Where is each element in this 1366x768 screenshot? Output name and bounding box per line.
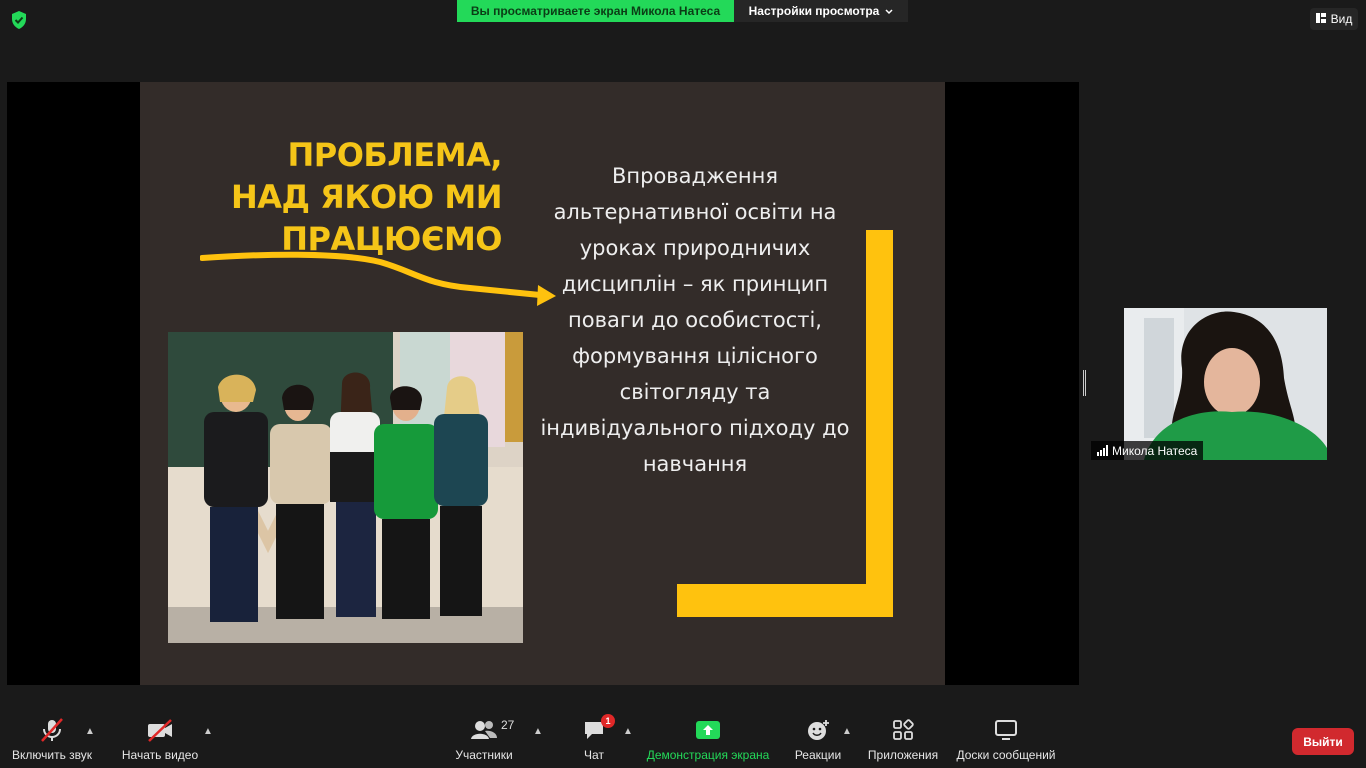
whiteboard-icon [994, 718, 1018, 742]
view-options-dropdown[interactable]: Настройки просмотра [734, 0, 908, 22]
unmute-label: Включить звук [11, 748, 93, 762]
video-off-icon [146, 718, 174, 742]
participants-options-caret-icon[interactable]: ▲ [533, 726, 543, 737]
whiteboards-button[interactable]: Доски сообщений [952, 712, 1060, 768]
chat-options-caret-icon[interactable]: ▲ [623, 726, 633, 737]
presentation-slide: ПРОБЛЕМА, НАД ЯКОЮ МИ ПРАЦЮЄМО Впровадже… [140, 82, 945, 685]
apps-label: Приложения [867, 748, 939, 762]
share-screen-icon [696, 718, 720, 742]
audio-options-caret-icon[interactable]: ▲ [85, 726, 95, 737]
grid-view-icon [1315, 12, 1326, 26]
connection-signal-icon [1097, 445, 1108, 456]
slide-title: ПРОБЛЕМА, НАД ЯКОЮ МИ ПРАЦЮЄМО [230, 136, 503, 258]
whiteboards-label: Доски сообщений [956, 748, 1056, 762]
slide-bracket-vertical [866, 230, 893, 617]
participants-label: Участники [455, 748, 513, 762]
slide-body-text: Впровадження альтернативної освіти на ур… [540, 164, 850, 476]
muted-microphone-icon [40, 718, 64, 742]
start-video-button[interactable]: Начать видео [118, 712, 202, 768]
slide-bracket-horizontal [677, 584, 893, 617]
unmute-button[interactable]: Включить звук [8, 712, 96, 768]
start-video-label: Начать видео [121, 748, 199, 762]
chat-label: Чат [584, 748, 604, 762]
participant-video[interactable] [1124, 308, 1327, 460]
resize-handle[interactable] [1083, 370, 1086, 396]
chat-icon: 1 [583, 714, 615, 742]
share-screen-label: Демонстрация экрана [646, 748, 770, 762]
meeting-toolbar: Включить звук ▲ Начать видео ▲ 27 Участн… [0, 712, 1366, 768]
reactions-smiley-icon [806, 718, 830, 742]
view-button[interactable]: Вид [1310, 8, 1358, 30]
chat-unread-badge: 1 [601, 714, 615, 728]
reactions-button[interactable]: Реакции [792, 712, 844, 768]
participant-name: Микола Натеса [1112, 443, 1198, 458]
slide-arrow-graphic [200, 251, 556, 306]
chevron-down-icon [885, 4, 893, 18]
participant-name-tag: Микола Натеса [1091, 441, 1204, 460]
apps-button[interactable]: Приложения [862, 712, 944, 768]
group-photo [168, 332, 523, 643]
reactions-options-caret-icon[interactable]: ▲ [842, 726, 852, 737]
shared-screen: ПРОБЛЕМА, НАД ЯКОЮ МИ ПРАЦЮЄМО Впровадже… [7, 82, 1079, 685]
screen-share-banner: Вы просматриваете экран Микола Натеса [457, 0, 734, 22]
participants-button[interactable]: 27 Участники [452, 712, 516, 768]
participants-count: 27 [501, 718, 515, 732]
view-options-label: Настройки просмотра [748, 4, 880, 18]
encryption-shield-icon[interactable] [10, 10, 28, 30]
reactions-label: Реакции [794, 748, 842, 762]
apps-icon [892, 718, 914, 742]
view-button-label: Вид [1330, 12, 1353, 26]
participants-icon: 27 [471, 718, 514, 742]
chat-button[interactable]: 1 Чат [576, 712, 615, 768]
leave-meeting-button[interactable]: Выйти [1292, 728, 1354, 755]
share-screen-button[interactable]: Демонстрация экрана [644, 712, 772, 768]
video-options-caret-icon[interactable]: ▲ [203, 726, 213, 737]
